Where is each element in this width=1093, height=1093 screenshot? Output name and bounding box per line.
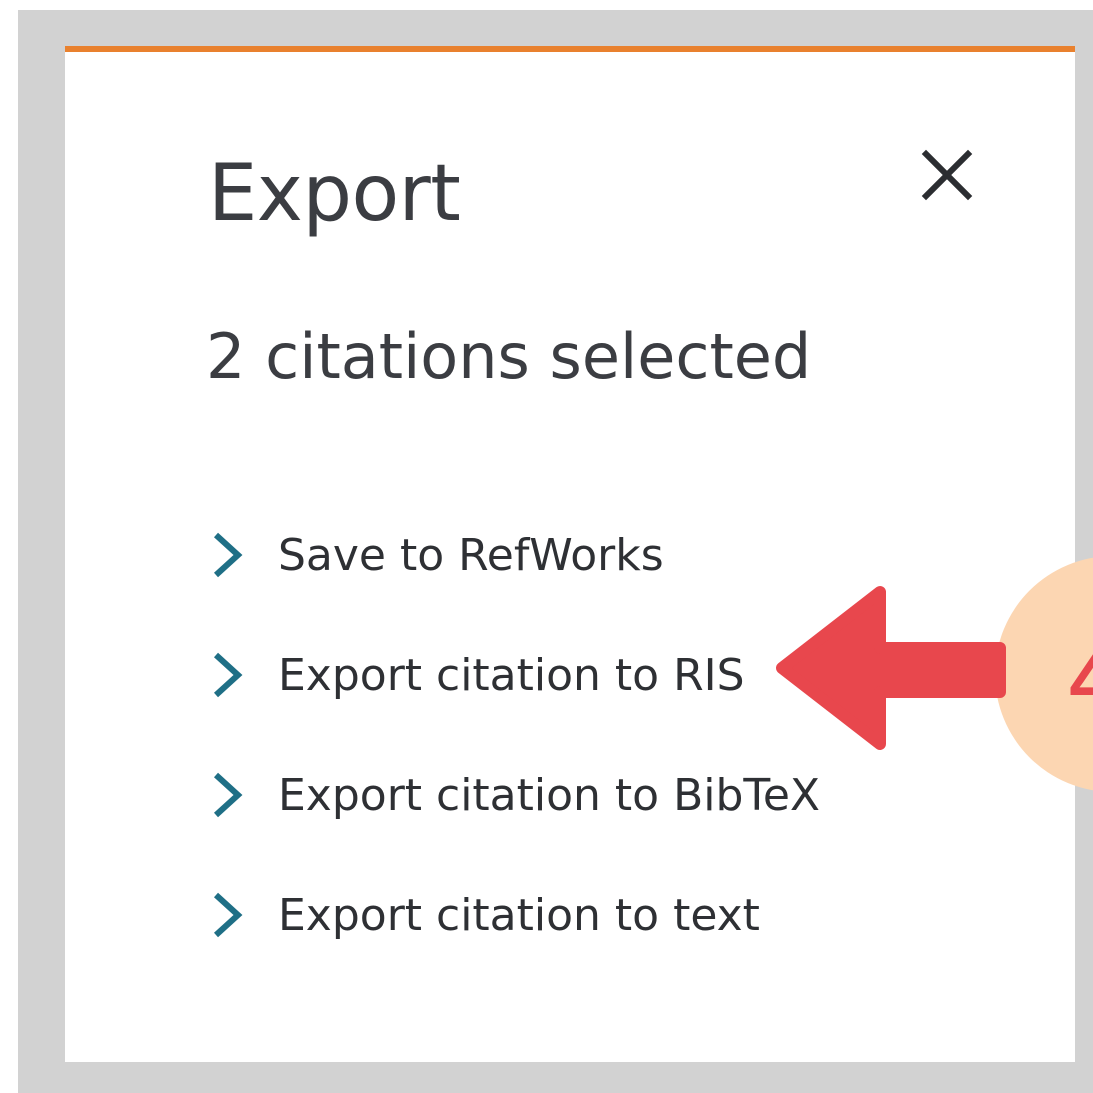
screenshot-stage: Export 2 citations selected Save to RefW…	[0, 0, 1093, 1093]
arrow-left-icon	[776, 586, 1006, 750]
